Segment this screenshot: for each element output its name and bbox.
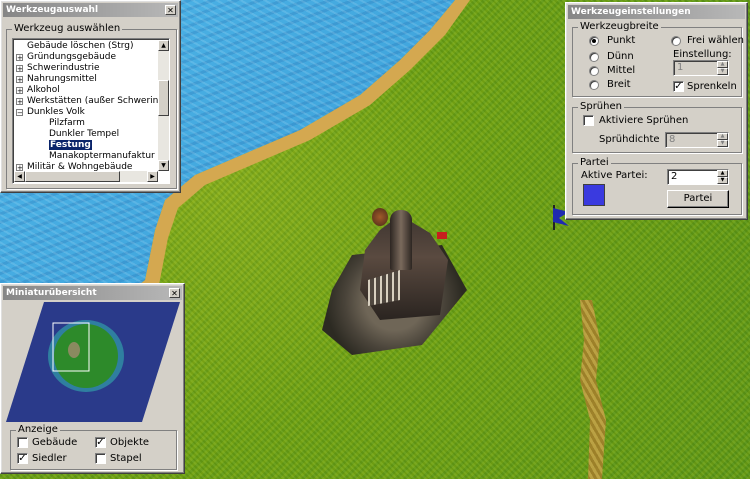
tool-settings-titlebar[interactable]: Werkzeugeinstellungen: [568, 5, 745, 19]
tree-item[interactable]: Alkohol: [27, 85, 60, 95]
tree-item[interactable]: Nahrungsmittel: [27, 74, 97, 84]
party-button[interactable]: Partei: [667, 190, 729, 208]
active-party-value: 2: [671, 171, 678, 182]
scroll-thumb[interactable]: [158, 80, 169, 116]
sprinkle-label: Sprenkeln: [687, 81, 737, 92]
buildings-checkbox[interactable]: [17, 437, 28, 448]
tree-item[interactable]: Dunkler Tempel: [49, 129, 119, 139]
fortress-dome: [372, 208, 388, 226]
tree-expander-icon[interactable]: +: [16, 54, 23, 62]
fortress-flag: [437, 232, 447, 239]
tree-item[interactable]: Dunkles Volk: [27, 107, 85, 117]
tree-item[interactable]: Festung: [49, 140, 92, 150]
group-label: Anzeige: [16, 424, 60, 435]
scroll-up-button[interactable]: ▲: [158, 40, 169, 51]
sprinkle-checkbox[interactable]: ✓: [673, 81, 684, 92]
objects-checkbox[interactable]: ✓: [95, 437, 106, 448]
tool-group: Werkzeug auswählen Gebäude löschen (Strg…: [6, 23, 177, 189]
free-choice-label: Frei wählen: [687, 35, 744, 46]
active-party-spinner[interactable]: 2 ▲ ▼: [667, 169, 729, 185]
spray-density-value: 8: [669, 134, 676, 145]
spinner-arrows[interactable]: ▲ ▼: [717, 133, 728, 147]
buildings-label: Gebäude: [32, 437, 78, 448]
width-thin-radio[interactable]: [589, 52, 599, 62]
vertical-scrollbar[interactable]: ▲ ▼: [158, 40, 169, 171]
group-label: Werkzeugbreite: [578, 21, 661, 32]
tree-item[interactable]: Manakoptermanufaktur: [49, 151, 155, 161]
scroll-left-button[interactable]: ◀: [14, 171, 25, 182]
spinner-arrows[interactable]: ▲ ▼: [717, 170, 728, 184]
tree-item[interactable]: Gebäude löschen (Strg): [27, 41, 134, 51]
setting-label: Einstellung:: [673, 49, 732, 60]
display-group: Anzeige Gebäude ✓ Objekte ✓ Siedler Stap…: [10, 424, 177, 470]
group-label: Werkzeug auswählen: [12, 23, 123, 34]
scroll-down-button[interactable]: ▼: [158, 160, 169, 171]
tree-item[interactable]: Werkstätten (außer Schwerindust: [27, 96, 169, 106]
activate-spray-label: Aktiviere Sprühen: [599, 115, 689, 126]
width-medium-label: Mittel: [607, 65, 636, 76]
settlers-checkbox[interactable]: ✓: [17, 453, 28, 464]
stacks-label: Stapel: [110, 453, 142, 464]
tree-item[interactable]: Pilzfarm: [49, 118, 85, 128]
setting-value: 1: [677, 62, 684, 73]
minimap-terrain-patch: [68, 342, 80, 358]
tool-selection-titlebar[interactable]: Werkzeugauswahl ✕: [3, 3, 178, 17]
tool-tree[interactable]: Gebäude löschen (Strg) + Gründungsgebäude +…: [12, 38, 170, 184]
group-label: Partei: [578, 157, 611, 168]
tree-expander-icon[interactable]: +: [16, 164, 23, 172]
tool-selection-window: Werkzeugauswahl ✕ Werkzeug auswählen Geb…: [0, 0, 181, 193]
active-party-label: Aktive Partei:: [581, 170, 648, 181]
tree-expander-icon[interactable]: +: [16, 65, 23, 73]
objects-label: Objekte: [110, 437, 150, 448]
settlers-label: Siedler: [32, 453, 67, 464]
width-medium-radio[interactable]: [589, 66, 599, 76]
tree-item[interactable]: Schwerindustrie: [27, 63, 100, 73]
free-choice-radio[interactable]: [671, 36, 681, 46]
scroll-thumb-horizontal[interactable]: [25, 171, 120, 182]
fortress-tower: [390, 210, 412, 270]
window-title: Miniaturübersicht: [6, 288, 97, 298]
width-thin-label: Dünn: [607, 51, 634, 62]
tree-expander-icon[interactable]: −: [16, 109, 23, 117]
group-label: Sprühen: [578, 101, 624, 112]
tree-expander-icon[interactable]: +: [16, 76, 23, 84]
party-color-swatch: [583, 184, 605, 206]
width-wide-radio[interactable]: [589, 80, 599, 90]
spinner-arrows[interactable]: ▲ ▼: [717, 61, 728, 75]
tool-settings-window: Werkzeugeinstellungen Werkzeugbreite Pun…: [565, 2, 748, 220]
party-group: Partei Aktive Partei: 2 ▲ ▼ Partei: [572, 157, 742, 215]
spray-group: Sprühen Aktiviere Sprühen Sprühdichte 8 …: [572, 101, 742, 153]
minimap-window: Miniaturübersicht ✕ Anzeige Gebäude ✓ Ob…: [0, 283, 185, 474]
activate-spray-checkbox[interactable]: [583, 115, 594, 126]
minimap[interactable]: [4, 300, 183, 424]
scroll-right-button[interactable]: ▶: [147, 171, 158, 182]
stacks-checkbox[interactable]: [95, 453, 106, 464]
width-point-label: Punkt: [607, 35, 636, 46]
tool-width-group: Werkzeugbreite Punkt Dünn Mittel Breit F…: [572, 21, 744, 97]
setting-spinner[interactable]: 1 ▲ ▼: [673, 60, 729, 76]
minimap-titlebar[interactable]: Miniaturübersicht ✕: [3, 286, 182, 300]
window-title: Werkzeugeinstellungen: [571, 7, 691, 17]
window-title: Werkzeugauswahl: [6, 5, 99, 15]
close-button[interactable]: ✕: [165, 5, 176, 15]
tree-item[interactable]: Gründungsgebäude: [27, 52, 116, 62]
party-button-label: Partei: [683, 193, 713, 204]
minimap-island: [54, 324, 118, 388]
spray-density-label: Sprühdichte: [599, 134, 660, 145]
tree-expander-icon[interactable]: +: [16, 87, 23, 95]
spray-density-spinner[interactable]: 8 ▲ ▼: [665, 132, 729, 148]
width-wide-label: Breit: [607, 79, 631, 90]
tree-expander-icon[interactable]: +: [16, 98, 23, 106]
close-button[interactable]: ✕: [169, 288, 180, 298]
width-point-radio[interactable]: [589, 36, 599, 46]
horizontal-scrollbar[interactable]: ◀ ▶: [14, 171, 158, 182]
